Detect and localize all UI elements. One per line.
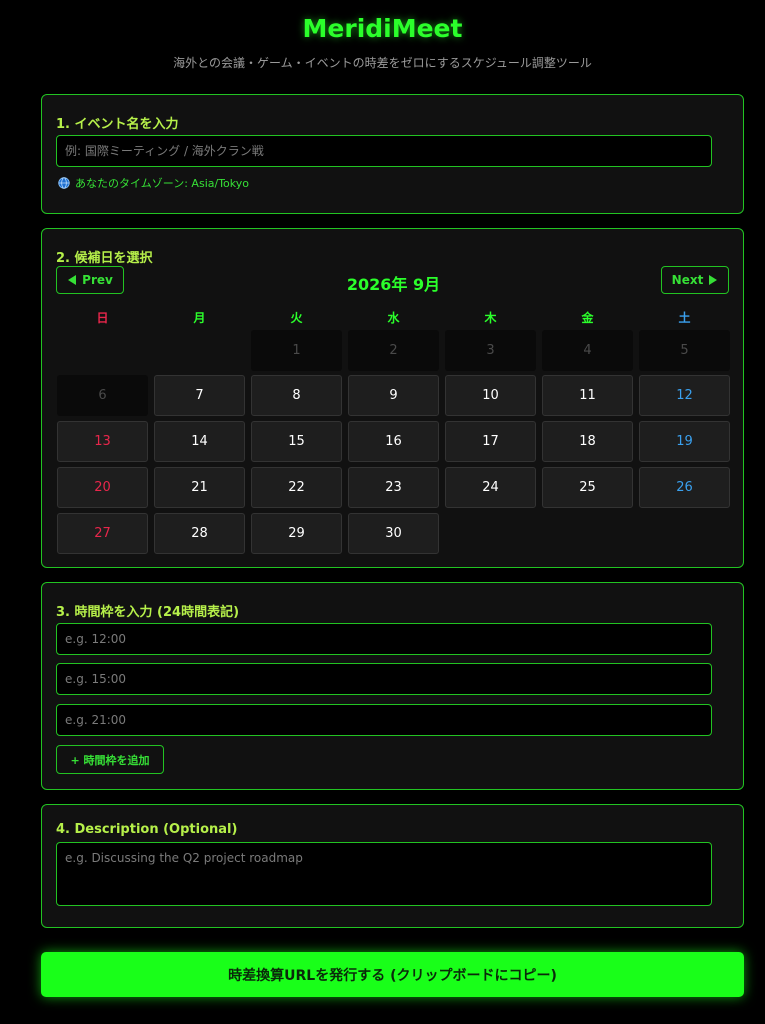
calendar-day[interactable]: 14 [154,421,245,462]
current-month-label: 2026年 9月 [346,275,441,294]
calendar-day-disabled: 6 [57,375,148,416]
event-name-input[interactable] [56,135,712,167]
calendar-day[interactable]: 16 [348,421,439,462]
calendar-day[interactable]: 17 [445,421,536,462]
weekday-label: 土 [678,311,691,325]
next-arrow-icon [709,275,718,285]
description-textarea[interactable] [56,842,712,906]
date-select-card: 2. 候補日を選択 Prev 2026年 9月 Next 日月火水木金土 123… [41,228,744,568]
calendar-day[interactable]: 12 [639,375,730,416]
calendar-day[interactable]: 13 [57,421,148,462]
calendar-day[interactable]: 25 [542,467,633,508]
calendar-day[interactable]: 15 [251,421,342,462]
calendar-day[interactable]: 18 [542,421,633,462]
calendar-day[interactable]: 26 [639,467,730,508]
calendar-day[interactable]: 20 [57,467,148,508]
calendar-day-disabled: 2 [348,330,439,371]
calendar-day[interactable]: 27 [57,513,148,554]
calendar-day-disabled: 3 [445,330,536,371]
weekday-label: 金 [581,311,594,325]
calendar-day-disabled: 1 [251,330,342,371]
calendar-day[interactable]: 21 [154,467,245,508]
time-slot-input[interactable] [56,663,712,695]
calendar-day[interactable]: 28 [154,513,245,554]
calendar-day[interactable]: 11 [542,375,633,416]
time-slot-input[interactable] [56,623,712,655]
calendar-day[interactable]: 19 [639,421,730,462]
next-month-button[interactable]: Next [661,266,729,294]
weekday-label: 木 [484,311,497,325]
add-time-slot-button[interactable]: + 時間枠を追加 [56,745,164,774]
weekday-label: 水 [387,311,400,325]
timezone-text: あなたのタイムゾーン: Asia/Tokyo [75,177,249,190]
calendar-day[interactable]: 9 [348,375,439,416]
app-title: MeridiMeet [302,14,463,43]
time-slots-title: 3. 時間枠を入力 (24時間表記) [56,605,240,620]
date-select-title: 2. 候補日を選択 [56,251,153,266]
globe-icon [58,177,70,189]
description-title: 4. Description (Optional) [56,822,238,837]
calendar-day[interactable]: 7 [154,375,245,416]
calendar-day-disabled: 4 [542,330,633,371]
weekday-label: 月 [193,311,206,325]
next-month-label: Next [671,273,704,287]
calendar-day[interactable]: 23 [348,467,439,508]
calendar-day[interactable]: 30 [348,513,439,554]
calendar-day[interactable]: 8 [251,375,342,416]
app-subtitle: 海外との会議・ゲーム・イベントの時差をゼロにするスケジュール調整ツール [173,56,592,70]
calendar-day[interactable]: 29 [251,513,342,554]
calendar-day[interactable]: 22 [251,467,342,508]
calendar-day[interactable]: 10 [445,375,536,416]
time-slot-input[interactable] [56,704,712,736]
timezone-info: あなたのタイムゾーン: Asia/Tokyo [58,175,249,191]
time-slots-card: 3. 時間枠を入力 (24時間表記) + 時間枠を追加 [41,582,744,790]
calendar-day[interactable]: 24 [445,467,536,508]
event-name-title: 1. イベント名を入力 [56,117,179,132]
weekday-label: 火 [290,311,303,325]
description-card: 4. Description (Optional) [41,804,744,928]
calendar-day-disabled: 5 [639,330,730,371]
weekday-label: 日 [96,311,109,325]
generate-url-button[interactable]: 時差換算URLを発行する (クリップボードにコピー) [41,952,744,997]
event-name-card: 1. イベント名を入力 あなたのタイムゾーン: Asia/Tokyo [41,94,744,214]
